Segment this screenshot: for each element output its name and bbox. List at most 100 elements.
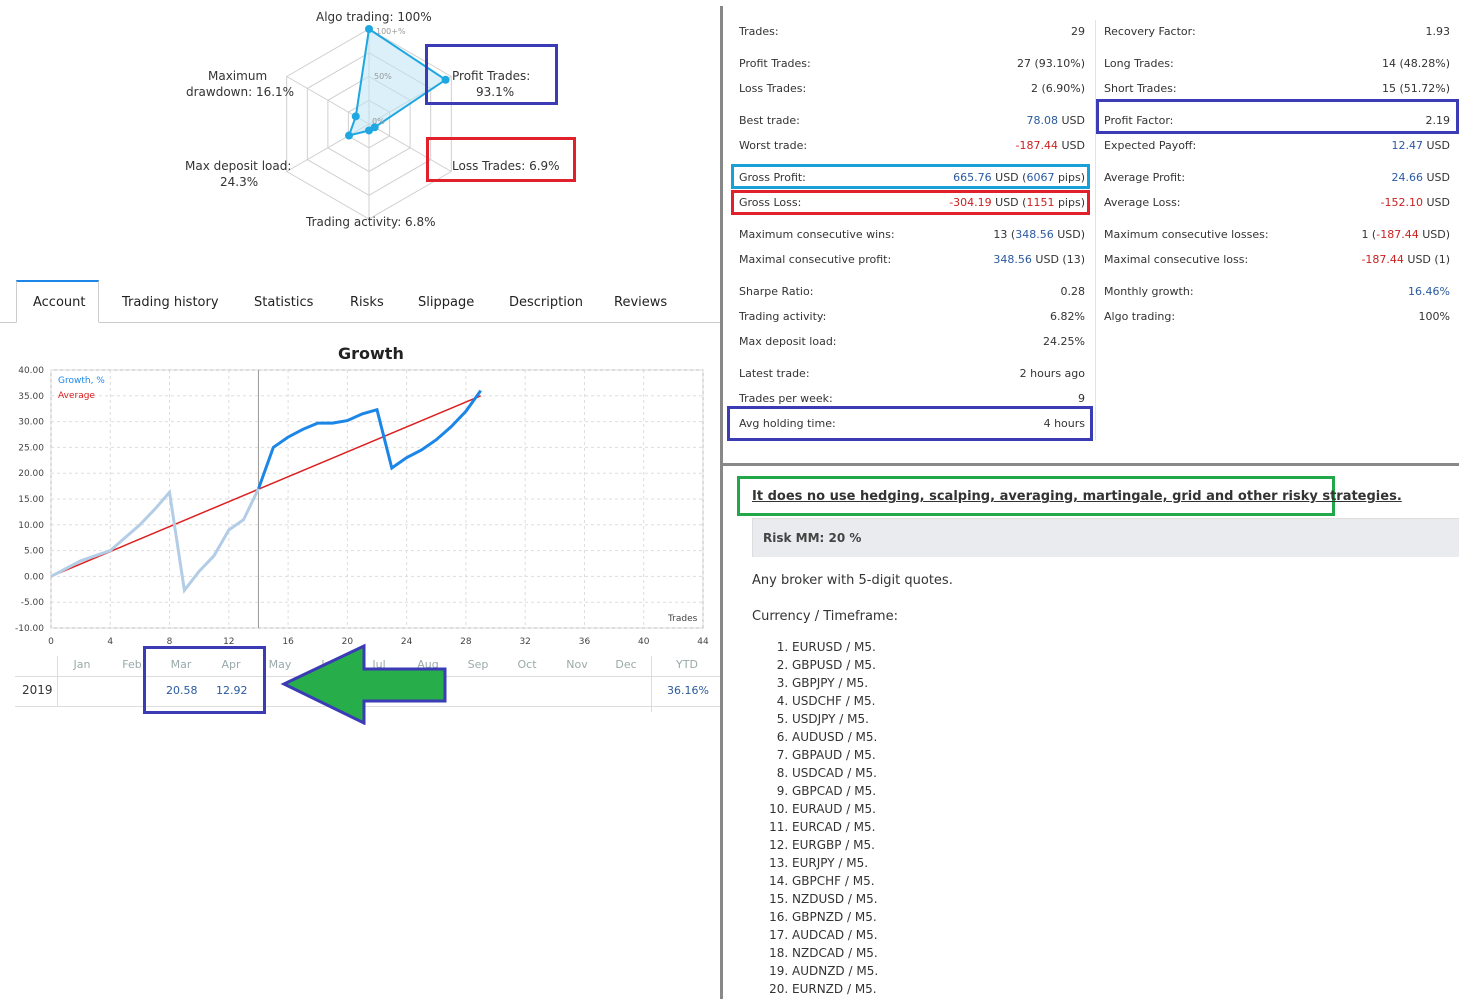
stat-unit: USD xyxy=(1057,139,1085,152)
stat-label: Average Profit: xyxy=(1104,171,1186,184)
stat-trades: Trades: 29 xyxy=(739,25,1085,45)
stat-value: 13 (348.56 USD) xyxy=(993,228,1085,241)
stat-loss-trades: Loss Trades: 2 (6.90%) xyxy=(739,82,1085,102)
tab-reviews[interactable]: Reviews xyxy=(614,282,667,322)
stat-value: 15 (51.72%) xyxy=(1381,82,1450,95)
legend-average: Average xyxy=(58,391,95,401)
stat-recovery-factor: Recovery Factor: 1.93 xyxy=(1104,25,1450,45)
currency-pair: EURJPY / M5. xyxy=(792,854,878,872)
avg-holding-highlight xyxy=(727,406,1093,441)
radar-label-algo: Algo trading: 100% xyxy=(316,10,432,24)
stat-amount: -187.44 xyxy=(1376,228,1419,241)
month-header-oct: Oct xyxy=(517,658,537,671)
x-tick-label: 28 xyxy=(460,637,472,647)
y-tick-label: -5.00 xyxy=(21,598,45,608)
risk-mm: Risk MM: 20 % xyxy=(763,531,862,545)
stat-number: 348.56 xyxy=(993,253,1032,266)
currency-pair: EURUSD / M5. xyxy=(792,638,878,656)
currency-pair: EURCAD / M5. xyxy=(792,818,878,836)
stat-trading-activity: Trading activity: 6.82% xyxy=(739,310,1085,330)
y-tick-label: 35.00 xyxy=(18,392,44,402)
month-header-ytd: YTD xyxy=(676,658,698,671)
stat-value: 9 xyxy=(1078,392,1085,405)
broker-text: Any broker with 5-digit quotes. xyxy=(752,573,953,588)
radar-point xyxy=(351,112,360,121)
gross-profit-highlight xyxy=(731,164,1090,189)
radar-point xyxy=(365,126,373,135)
stat-value: 24.25% xyxy=(1043,335,1085,348)
tab-statistics[interactable]: Statistics xyxy=(254,282,313,322)
stat-label: Monthly growth: xyxy=(1104,285,1194,298)
stat-algo-trading: Algo trading: 100% xyxy=(1104,310,1450,330)
radar-label-max-deposit: Max deposit load: xyxy=(185,159,292,173)
stat-value: 348.56 USD (13) xyxy=(993,253,1085,266)
stat-label: Sharpe Ratio: xyxy=(739,285,814,298)
month-header-sep: Sep xyxy=(467,658,489,671)
radar-label-max-drawdown: Maximum xyxy=(208,69,268,83)
series-growth-history-line xyxy=(50,488,260,594)
stat-value: -152.10 USD xyxy=(1381,196,1450,209)
currency-pair: AUDNZD / M5. xyxy=(792,962,878,980)
stats-right: Recovery Factor: 1.93 Long Trades: 14 (48.… xyxy=(1104,0,1450,440)
stat-unit: USD) xyxy=(1053,228,1085,241)
stat-value: 27 (93.10%) xyxy=(1016,57,1085,70)
stat-unit: USD xyxy=(1057,114,1085,127)
stat-value: -187.44 USD (1) xyxy=(1361,253,1450,266)
stat-number: 1 ( xyxy=(1361,228,1377,241)
ytd-value: 36.16% xyxy=(667,684,709,697)
tab-account[interactable]: Account xyxy=(33,282,86,322)
stat-label: Algo trading: xyxy=(1104,310,1176,323)
radar-label-max-drawdown-value: drawdown: 16.1% xyxy=(186,85,295,99)
stat-value: 100% xyxy=(1418,310,1450,323)
stat-value: 0.28 xyxy=(1060,285,1086,298)
x-tick-label: 44 xyxy=(697,637,709,647)
x-tick-label: 4 xyxy=(107,637,113,647)
stat-label: Maximal consecutive loss: xyxy=(1104,253,1249,266)
radar-chart: 100+% 50% 0% xyxy=(286,25,452,220)
gross-loss-highlight xyxy=(731,190,1090,215)
months-divider-ytd xyxy=(651,656,652,712)
stat-label: Long Trades: xyxy=(1104,57,1174,70)
stat-unit: USD (13) xyxy=(1031,253,1085,266)
stat-average-profit: Average Profit: 24.66 USD xyxy=(1104,171,1450,191)
x-tick-label: 36 xyxy=(579,637,591,647)
y-tick-label: 30.00 xyxy=(18,418,44,428)
description-headline: It does no use hedging, scalping, averag… xyxy=(752,489,1402,504)
stat-label: Maximum consecutive wins: xyxy=(739,228,895,241)
tab-description[interactable]: Description xyxy=(509,282,583,322)
stat-value: 78.08 USD xyxy=(1026,114,1085,127)
stat-value: 2 (6.90%) xyxy=(1030,82,1085,95)
y-tick-label: 20.00 xyxy=(18,469,44,479)
mar-apr-highlight xyxy=(143,646,266,714)
stat-amount: 348.56 xyxy=(1015,228,1054,241)
currency-pair: EURAUD / M5. xyxy=(792,800,878,818)
currency-list: EURUSD / M5.GBPUSD / M5.GBPJPY / M5.USDC… xyxy=(772,638,878,998)
x-tick-label: 40 xyxy=(638,637,650,647)
stat-number: 24.66 xyxy=(1391,171,1423,184)
y-tick-label: 10.00 xyxy=(18,521,44,531)
stat-unit: USD) xyxy=(1418,228,1450,241)
currency-pair: GBPNZD / M5. xyxy=(792,908,878,926)
y-tick-label: 25.00 xyxy=(18,443,44,453)
currency-pair: EURNZD / M5. xyxy=(792,980,878,998)
currency-pair: USDCHF / M5. xyxy=(792,692,878,710)
tab-slippage[interactable]: Slippage xyxy=(418,282,474,322)
currency-pair: GBPCHF / M5. xyxy=(792,872,878,890)
stat-number: -187.44 xyxy=(1015,139,1058,152)
month-header-dec: Dec xyxy=(615,658,637,671)
stat-worst-trade: Worst trade: -187.44 USD xyxy=(739,139,1085,159)
currency-pair: GBPAUD / M5. xyxy=(792,746,878,764)
currency-pair: AUDCAD / M5. xyxy=(792,926,878,944)
growth-chart: 40.0035.0030.0025.0020.0015.0010.005.000… xyxy=(15,366,709,647)
loss-trades-highlight xyxy=(426,137,576,182)
stat-unit: USD xyxy=(1422,139,1450,152)
tab-trading-history[interactable]: Trading history xyxy=(122,282,219,322)
stat-value: 1.93 xyxy=(1425,25,1451,38)
stat-label: Worst trade: xyxy=(739,139,808,152)
y-tick-label: 15.00 xyxy=(18,495,44,505)
stat-label: Trading activity: xyxy=(739,310,827,323)
stat-value: 1 (-187.44 USD) xyxy=(1361,228,1450,241)
tab-risks[interactable]: Risks xyxy=(350,282,384,322)
stat-label: Max deposit load: xyxy=(739,335,837,348)
profit-trades-highlight xyxy=(425,44,558,105)
